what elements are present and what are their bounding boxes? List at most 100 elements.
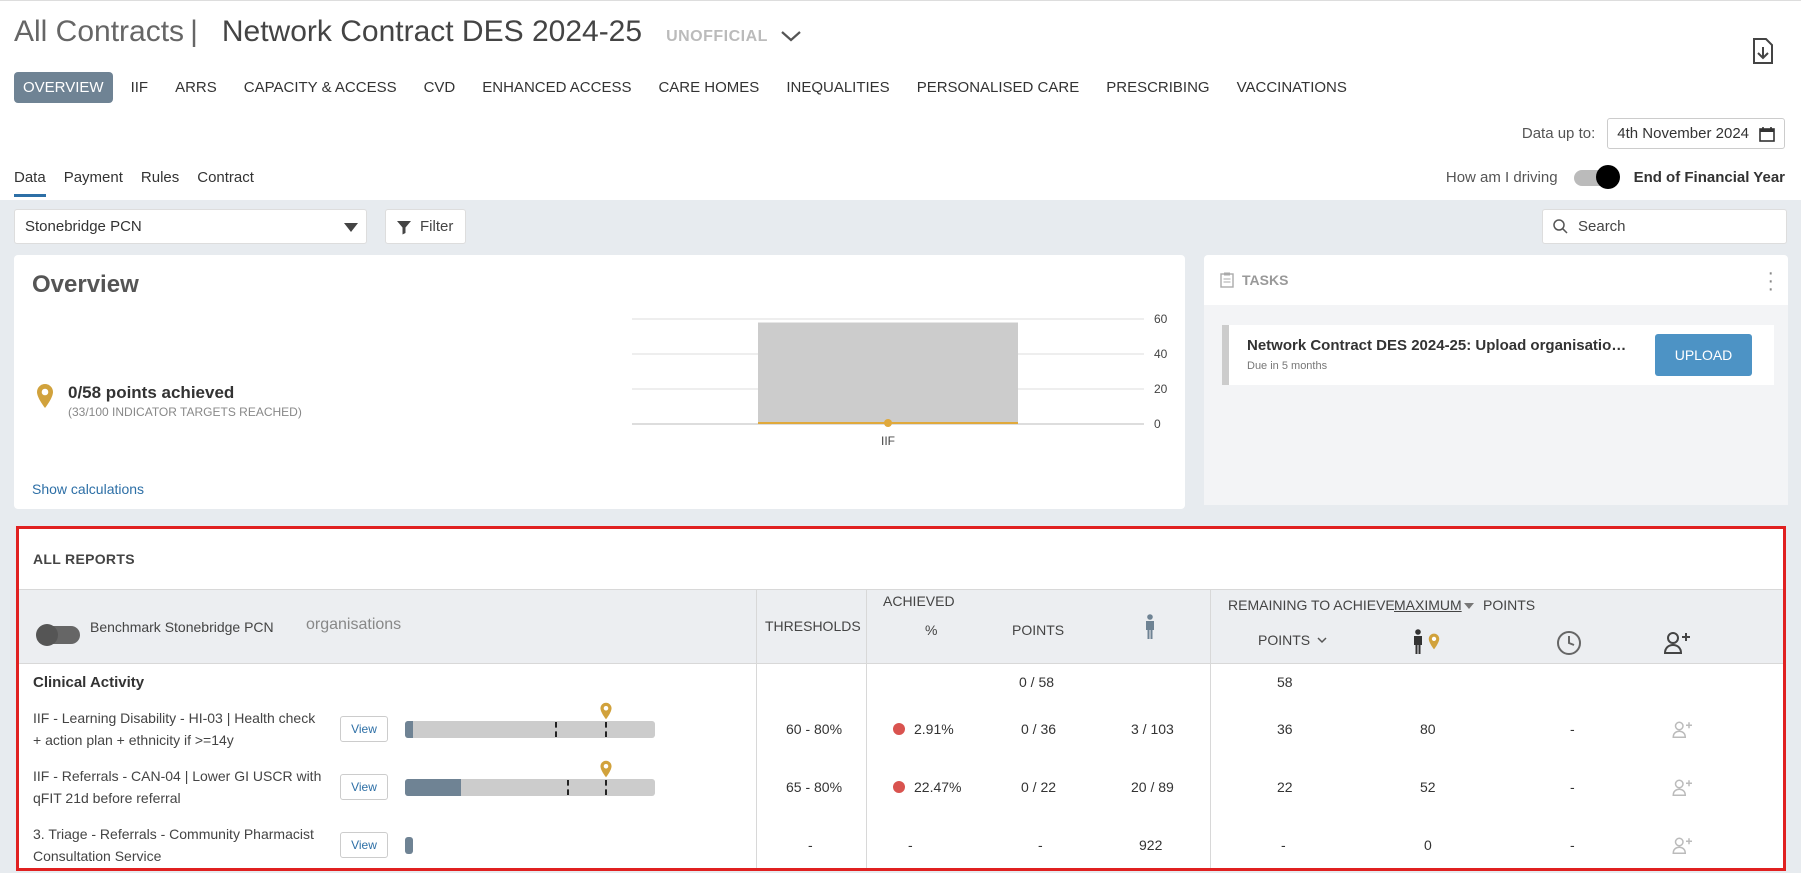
thresholds-value: 60 - 80%: [786, 721, 843, 737]
remaining-patients: 0: [1424, 837, 1432, 853]
tab-capacity-access[interactable]: CAPACITY & ACCESS: [235, 72, 406, 103]
add-user-icon[interactable]: [1672, 720, 1694, 738]
progress-bar: [405, 702, 655, 738]
map-pin-icon: [599, 702, 613, 720]
threshold-lower-marker: [567, 780, 569, 795]
achieved-points: -: [1038, 837, 1043, 853]
search-icon: [1553, 219, 1568, 234]
points-achieved: 0/58 points achieved: [68, 383, 235, 402]
indicator-name: IIF - Learning Disability - HI-03 | Heal…: [33, 710, 316, 748]
tab-care-homes[interactable]: CARE HOMES: [649, 72, 768, 103]
chevron-down-icon[interactable]: [780, 29, 802, 43]
map-pin-icon: [37, 384, 53, 408]
driving-label: How am I driving: [1445, 169, 1558, 186]
clipboard-icon: [1220, 272, 1234, 288]
benchmark-toggle[interactable]: [36, 624, 80, 646]
achieved-points: 0 / 36: [1021, 721, 1057, 737]
col-remaining: REMAINING TO ACHIEVE: [1228, 597, 1395, 613]
add-user-icon[interactable]: [1672, 836, 1694, 854]
view-button[interactable]: View: [340, 716, 388, 742]
date-picker[interactable]: 4th November 2024: [1607, 118, 1785, 149]
column-divider: [866, 589, 867, 868]
overview-chart: 60 40 20 0 IIF: [632, 312, 1168, 448]
achieved-patients: 20 / 89: [1131, 779, 1174, 795]
col-achieved: ACHIEVED: [883, 593, 955, 609]
tab-arrs[interactable]: ARRS: [166, 72, 226, 103]
progress-fill: [405, 837, 413, 854]
pcn-select[interactable]: Stonebridge PCN: [14, 209, 367, 244]
remaining-patients: 52: [1420, 779, 1436, 795]
col-thresholds: THRESHOLDS: [765, 618, 861, 634]
tab-iif[interactable]: IIF: [122, 72, 158, 103]
map-pin-icon: [1428, 633, 1440, 650]
caret-down-icon[interactable]: [1464, 603, 1474, 609]
top-bar: All Contracts | Network Contract DES 202…: [0, 0, 1801, 200]
download-icon[interactable]: [1751, 37, 1775, 65]
contract-title: Network Contract DES 2024-25: [221, 15, 643, 48]
achieved-pct: -: [908, 837, 913, 853]
subtab-payment[interactable]: Payment: [64, 169, 123, 197]
driving-toggle[interactable]: [1573, 164, 1620, 189]
remaining-points: 36: [1277, 721, 1293, 737]
targets-reached: (33/100 INDICATOR TARGETS REACHED): [68, 405, 302, 419]
achieved-pct: 22.47%: [914, 779, 962, 795]
sub-tabs: Data Payment Rules Contract: [14, 169, 254, 197]
tasks-header: TASKS: [1220, 272, 1288, 288]
calendar-icon: [1759, 126, 1775, 142]
tab-overview[interactable]: OVERVIEW: [14, 72, 113, 103]
achieved-patients: 922: [1139, 837, 1163, 853]
task-item[interactable]: Network Contract DES 2024-25: Upload org…: [1222, 325, 1774, 385]
achieved-points: 0 / 22: [1021, 779, 1057, 795]
add-user-icon: [1664, 632, 1690, 654]
tab-personalised-care[interactable]: PERSONALISED CARE: [908, 72, 1089, 103]
overview-title: Overview: [32, 271, 139, 298]
benchmark-label: Benchmark Stonebridge PCN: [90, 619, 274, 635]
time-remaining: -: [1570, 721, 1575, 737]
add-user-icon[interactable]: [1672, 778, 1694, 796]
chevron-down-icon[interactable]: [1317, 637, 1327, 644]
search-input[interactable]: Search: [1542, 209, 1787, 244]
section-remaining: 58: [1277, 674, 1293, 690]
filter-button[interactable]: Filter: [385, 209, 466, 244]
column-divider: [1210, 589, 1211, 868]
view-button[interactable]: View: [340, 774, 388, 800]
title-separator: |: [190, 15, 198, 48]
tab-enhanced-access[interactable]: ENHANCED ACCESS: [473, 72, 640, 103]
view-button[interactable]: View: [340, 832, 388, 858]
more-vertical-icon[interactable]: · · ·: [1767, 263, 1774, 299]
subtab-rules[interactable]: Rules: [141, 169, 179, 197]
threshold-upper-marker: [605, 722, 607, 737]
subtab-data[interactable]: Data: [14, 169, 46, 197]
tab-vaccinations[interactable]: VACCINATIONS: [1228, 72, 1356, 103]
points-summary: 0/58 points achieved (33/100 INDICATOR T…: [36, 383, 302, 419]
tab-prescribing[interactable]: PRESCRIBING: [1097, 72, 1218, 103]
caret-down-icon: [344, 223, 358, 232]
progress-bar: [405, 760, 655, 796]
task-due: Due in 5 months: [1247, 360, 1328, 372]
all-contracts-link[interactable]: All Contracts: [14, 15, 184, 49]
tab-cvd[interactable]: CVD: [415, 72, 465, 103]
col-pct: %: [925, 622, 938, 638]
filter-label: Filter: [420, 218, 454, 235]
threshold-upper-marker: [605, 780, 607, 795]
filter-row: Stonebridge PCN Filter Search: [14, 209, 1787, 245]
main-nav: OVERVIEW IIF ARRS CAPACITY & ACCESS CVD …: [14, 72, 1365, 103]
y-tick-label: 40: [1154, 347, 1168, 361]
sort-points[interactable]: POINTS: [1258, 632, 1310, 648]
subtab-contract[interactable]: Contract: [197, 169, 254, 197]
threshold-lower-marker: [555, 722, 557, 737]
tasks-title: TASKS: [1242, 272, 1289, 288]
tab-inequalities[interactable]: INEQUALITIES: [777, 72, 898, 103]
show-calculations-link[interactable]: Show calculations: [32, 481, 144, 497]
upload-button[interactable]: UPLOAD: [1655, 334, 1752, 376]
tasks-list: Network Contract DES 2024-25: Upload org…: [1204, 305, 1788, 505]
remaining-points: -: [1281, 837, 1286, 853]
remaining-points: 22: [1277, 779, 1293, 795]
col-points: POINTS: [1012, 622, 1065, 638]
section-points: 0 / 58: [1019, 674, 1055, 690]
person-icon: [1146, 614, 1154, 639]
x-tick-label: IIF: [881, 434, 895, 448]
maximum-dropdown[interactable]: MAXIMUM: [1394, 597, 1462, 613]
data-up-to: Data up to: 4th November 2024: [1522, 118, 1785, 149]
filter-icon: [397, 220, 411, 234]
